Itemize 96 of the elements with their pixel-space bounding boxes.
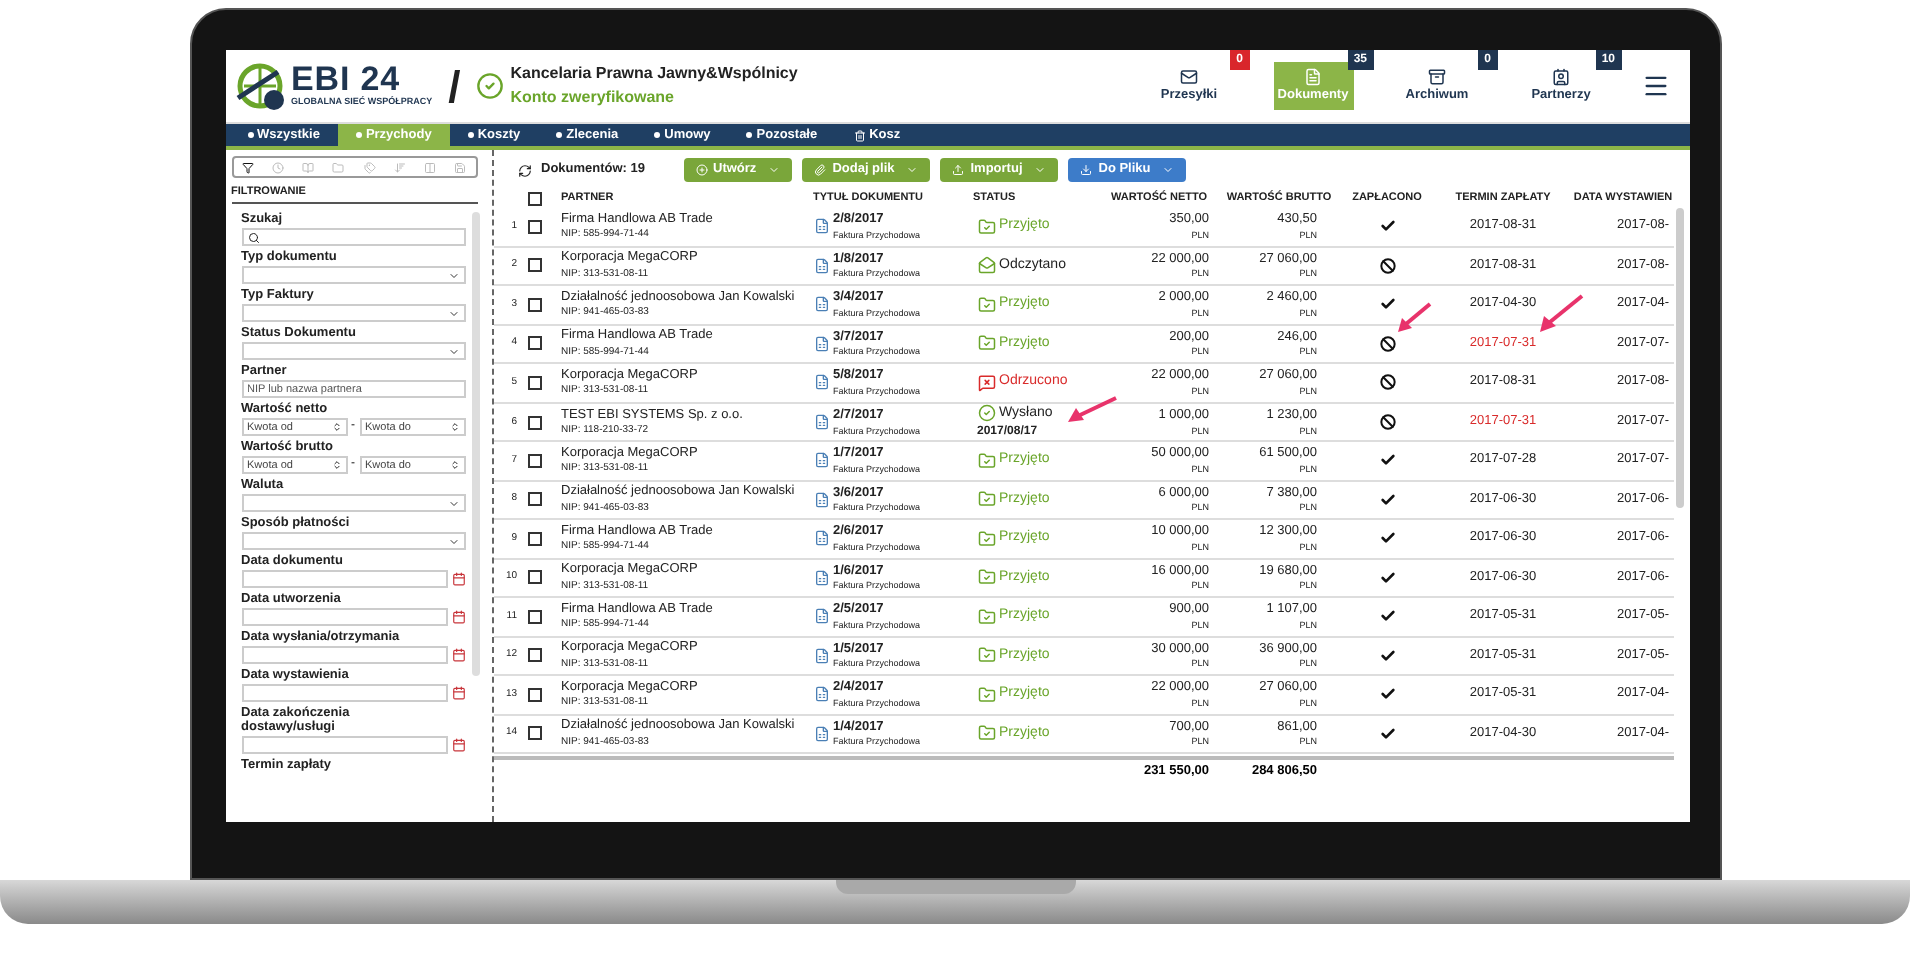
calendar-icon[interactable] [451, 648, 465, 663]
calendar-icon[interactable] [451, 686, 465, 701]
document-icon [813, 257, 829, 274]
verified-text: Konto zweryfikowane [510, 86, 677, 110]
row-checkbox[interactable] [527, 726, 541, 741]
document-icon [813, 296, 829, 313]
verified-icon [476, 72, 505, 100]
row-checkbox[interactable] [527, 687, 541, 702]
separator-slash: / [448, 59, 461, 115]
folder-check-icon [977, 451, 995, 470]
row-checkbox[interactable] [527, 219, 541, 234]
caret-icon [447, 535, 459, 548]
spinner-icon[interactable] [331, 460, 341, 471]
logo-text: EBI 24 [291, 62, 401, 97]
select-field[interactable] [241, 266, 465, 285]
select-field[interactable] [241, 494, 465, 513]
download-icon [1080, 164, 1093, 176]
row-checkbox[interactable] [527, 336, 541, 351]
caret-icon [906, 164, 919, 176]
rejected-icon [977, 373, 995, 392]
calendar-icon[interactable] [451, 572, 465, 587]
document-icon [813, 218, 829, 235]
contacts-icon [1552, 67, 1570, 86]
company-name: Kancelaria Prawna Jawny&Wspólnicy [510, 62, 798, 86]
caret-icon [447, 345, 459, 358]
row-checkbox[interactable] [527, 297, 541, 312]
mail-icon [1180, 67, 1198, 86]
date-field[interactable] [241, 736, 447, 755]
row-checkbox[interactable] [527, 609, 541, 624]
document-icon [813, 414, 829, 431]
scrollbar[interactable] [471, 212, 479, 677]
scrollbar[interactable] [1675, 208, 1683, 508]
folder-check-icon [977, 607, 995, 626]
pointer-arrow [1537, 294, 1583, 334]
row-checkbox[interactable] [527, 375, 541, 390]
paperclip-icon [814, 164, 827, 176]
row-checkbox[interactable] [527, 453, 541, 468]
refresh-icon[interactable] [517, 163, 531, 177]
check-circle-icon [977, 404, 995, 423]
folder-check-icon [977, 529, 995, 548]
document-icon [813, 374, 829, 391]
folder-check-icon [977, 217, 995, 236]
document-icon [813, 491, 829, 508]
select-field[interactable] [241, 342, 465, 361]
document-icon [813, 608, 829, 625]
select-all-checkbox[interactable] [527, 191, 541, 205]
date-field[interactable] [241, 570, 447, 589]
globe-logo-icon [233, 60, 285, 112]
document-icon [813, 335, 829, 352]
folder-check-icon [977, 490, 995, 509]
document-icon [813, 530, 829, 547]
folder-check-icon [977, 568, 995, 587]
plus-circle-icon [695, 164, 708, 176]
row-checkbox[interactable] [527, 258, 541, 273]
menu-icon[interactable] [1641, 72, 1669, 100]
row-checkbox[interactable] [527, 492, 541, 507]
pointer-arrow [1395, 302, 1431, 334]
folder-check-icon [977, 295, 995, 314]
filter-icon[interactable] [242, 161, 255, 173]
caret-icon [447, 307, 459, 320]
pointer-arrow [1065, 396, 1117, 424]
select-field[interactable] [241, 304, 465, 323]
document-icon [813, 569, 829, 586]
caret-icon [1162, 164, 1175, 176]
search-icon [247, 231, 259, 244]
spinner-icon[interactable] [449, 460, 459, 471]
row-checkbox[interactable] [527, 570, 541, 585]
folder-check-icon [977, 646, 995, 665]
upload-icon [952, 164, 965, 176]
row-checkbox[interactable] [527, 648, 541, 663]
document-icon [1304, 67, 1322, 86]
folder-check-icon [977, 334, 995, 353]
archive-icon [1428, 67, 1446, 86]
date-field[interactable] [241, 684, 447, 703]
select-field[interactable] [241, 532, 465, 551]
document-icon [813, 647, 829, 664]
caret-icon [1034, 164, 1047, 176]
spinner-icon[interactable] [331, 422, 341, 433]
caret-icon [768, 164, 781, 176]
caret-icon [447, 497, 459, 510]
date-field[interactable] [241, 608, 447, 627]
document-icon [813, 452, 829, 469]
calendar-icon[interactable] [451, 738, 465, 753]
spinner-icon[interactable] [449, 422, 459, 433]
caret-icon [447, 269, 459, 282]
date-field[interactable] [241, 646, 447, 665]
trash-icon [853, 129, 866, 141]
open-envelope-icon [977, 256, 995, 275]
document-icon [813, 686, 829, 703]
folder-check-icon [977, 685, 995, 704]
row-checkbox[interactable] [527, 531, 541, 546]
search-field[interactable] [241, 228, 465, 247]
folder-check-icon [977, 724, 995, 743]
row-checkbox[interactable] [527, 415, 541, 430]
calendar-icon[interactable] [451, 610, 465, 625]
document-icon [813, 725, 829, 742]
